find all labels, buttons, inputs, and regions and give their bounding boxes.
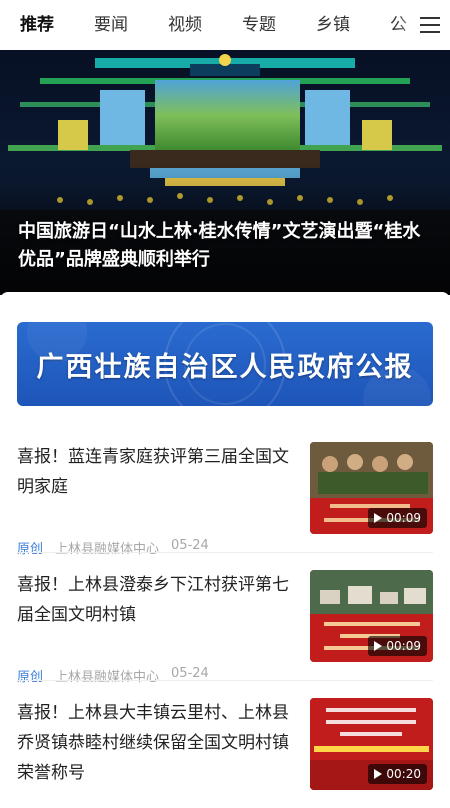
hero-caption[interactable]: 中国旅游日“山水上林·桂水传情”文艺演出暨“桂水优品”品牌盛典顺利举行	[18, 218, 436, 274]
news-item[interactable]: 喜报！上林县大丰镇云里村、上林县乔贤镇恭睦村继续保留全国文明村镇荣誉称号 00:…	[17, 698, 433, 808]
video-thumbnail[interactable]: 00:09	[310, 570, 433, 662]
duration-text: 00:20	[386, 767, 421, 781]
video-thumbnail[interactable]: 00:20	[310, 698, 433, 790]
tab-video[interactable]: 视频	[168, 0, 202, 50]
top-nav: 推荐 要闻 视频 专题 乡镇 公	[0, 0, 450, 50]
video-thumbnail[interactable]: 00:09	[310, 442, 433, 534]
duration-text: 00:09	[386, 639, 421, 653]
original-tag: 原创	[17, 670, 44, 685]
news-title[interactable]: 喜报！蓝连青家庭获评第三届全国文明家庭	[17, 442, 297, 502]
gazette-title: 广西壮族自治区人民政府公报	[36, 351, 414, 383]
hero-banner[interactable]: 中国旅游日“山水上林·桂水传情”文艺演出暨“桂水优品”品牌盛典顺利举行	[0, 50, 450, 295]
news-source: 上林县融媒体中心	[55, 542, 160, 557]
news-date: 05-24	[171, 666, 209, 681]
tab-recommend[interactable]: 推荐	[20, 0, 54, 50]
news-meta: 原创 上林县融媒体中心 05-24	[17, 666, 209, 685]
news-date: 05-24	[171, 538, 209, 553]
channel-menu-button[interactable]	[398, 0, 450, 50]
news-title[interactable]: 喜报！上林县澄泰乡下江村获评第七届全国文明村镇	[17, 570, 297, 630]
video-duration: 00:09	[368, 508, 427, 528]
play-icon	[374, 641, 383, 651]
content-feed: 广西壮族自治区人民政府公报 喜报！蓝连青家庭获评第三届全国文明家庭 原创 上林县…	[0, 292, 450, 800]
video-duration: 00:20	[368, 764, 427, 784]
duration-text: 00:09	[386, 511, 421, 525]
news-item[interactable]: 喜报！上林县澄泰乡下江村获评第七届全国文明村镇 原创 上林县融媒体中心 05-2…	[17, 570, 433, 685]
gazette-banner[interactable]: 广西壮族自治区人民政府公报	[17, 322, 433, 406]
divider	[17, 552, 433, 553]
menu-icon	[420, 17, 440, 33]
play-icon	[374, 769, 383, 779]
divider	[17, 680, 433, 681]
news-item[interactable]: 喜报！蓝连青家庭获评第三届全国文明家庭 原创 上林县融媒体中心 05-24 00…	[17, 442, 433, 557]
tab-headlines[interactable]: 要闻	[94, 0, 128, 50]
news-source: 上林县融媒体中心	[55, 670, 160, 685]
tab-special[interactable]: 专题	[242, 0, 276, 50]
news-meta: 原创 上林县融媒体中心 05-24	[17, 538, 209, 557]
channel-tabs: 推荐 要闻 视频 专题 乡镇 公	[0, 0, 447, 50]
tab-towns[interactable]: 乡镇	[316, 0, 350, 50]
play-icon	[374, 513, 383, 523]
original-tag: 原创	[17, 542, 44, 557]
news-title[interactable]: 喜报！上林县大丰镇云里村、上林县乔贤镇恭睦村继续保留全国文明村镇荣誉称号	[17, 698, 297, 788]
video-duration: 00:09	[368, 636, 427, 656]
